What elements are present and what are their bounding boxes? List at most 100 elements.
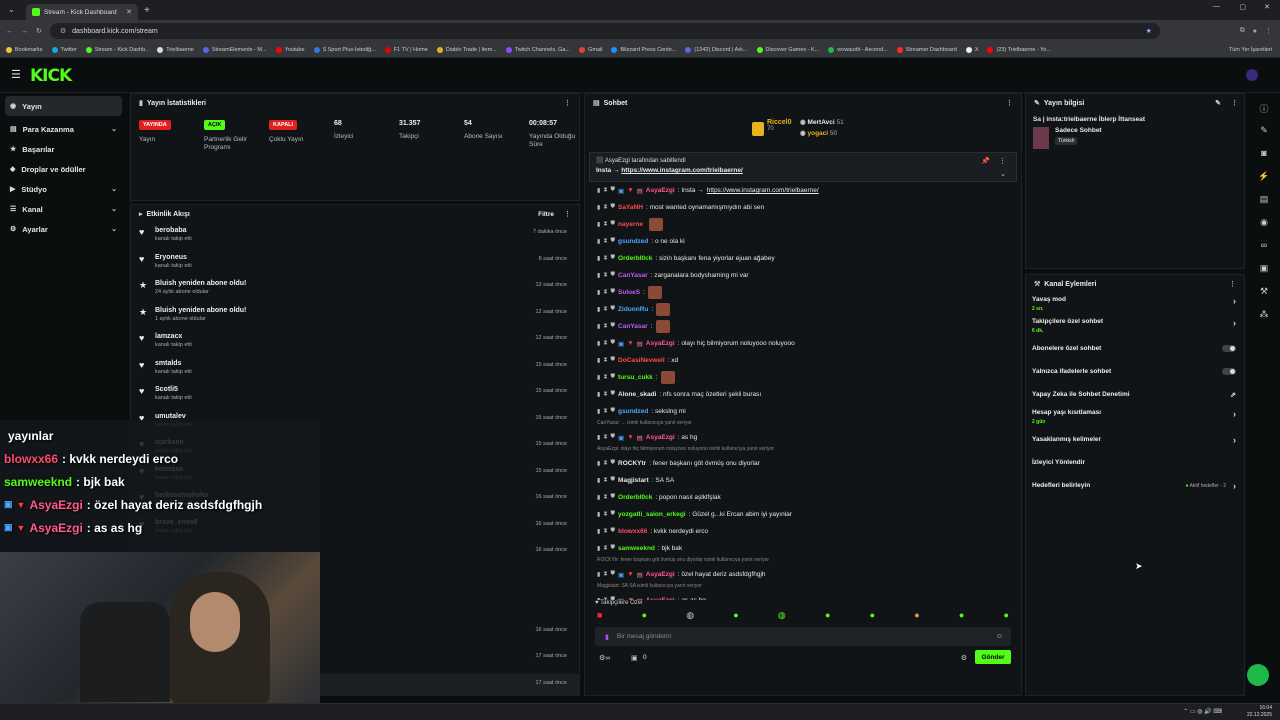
chat-username[interactable]: ZiduonRu xyxy=(618,306,648,313)
pencil-icon[interactable]: ✎ xyxy=(1215,99,1221,107)
tray-icons[interactable]: ⌃ ▭ ◍ 🔊 ⌨ xyxy=(1183,708,1222,715)
maximize-button[interactable]: ▢ xyxy=(1239,3,1246,11)
chat-message[interactable]: ▮ ⧗ ⛊ Magjistart: SA SA xyxy=(585,472,1021,489)
bookmark-star-icon[interactable]: ★ xyxy=(1146,27,1152,35)
pin-action-icon[interactable]: ▮ xyxy=(597,511,600,518)
chat-username[interactable]: AsyaEzgi xyxy=(646,434,675,441)
bookmark-item[interactable]: Discover Games - K... xyxy=(756,46,819,53)
sidebar-item-5[interactable]: ☰ Kanal ⌄ xyxy=(0,199,127,219)
chat-message[interactable]: ▮ ⧗ ⛊ ZiduonRu: xyxy=(585,301,1021,318)
emote-icon[interactable]: ● xyxy=(1003,610,1008,621)
bookmark-item[interactable]: Bookmarks xyxy=(6,46,43,53)
kebab-menu-icon[interactable]: ⋮ xyxy=(999,157,1006,165)
chat-message[interactable]: ▮ ⧗ ⛊ ▣ ▼ ▤ AsyaEzgi: olayı hiç bilmiyorum nol… xyxy=(585,335,1021,352)
pin-action-icon[interactable]: ▮ xyxy=(597,272,600,279)
pin-action-icon[interactable]: ▮ xyxy=(597,204,600,211)
chat-username[interactable]: DoCasiNevwell xyxy=(618,357,665,364)
pin-action-icon[interactable]: ▮ xyxy=(597,374,600,381)
chat-username[interactable]: ROCKYtr xyxy=(618,460,646,467)
channel-action[interactable]: Yalnızca ifadelerle sohbet xyxy=(1026,360,1244,383)
ban-icon[interactable]: ⛊ xyxy=(611,494,616,501)
chat-message[interactable]: ▮ ⧗ ⛊ OrderbI0ck: popon nasıl aşlklfşlak xyxy=(585,489,1021,506)
ban-icon[interactable]: ⛊ xyxy=(611,306,616,313)
bookmark-item[interactable]: Gmail xyxy=(579,46,602,53)
bookmark-item[interactable]: StreamElements - M... xyxy=(202,46,267,53)
sidebar-item-0[interactable]: ◉ Yayın xyxy=(5,96,122,116)
chat-message[interactable]: ▮ ⧗ ⛊ ▣ ▼ ▤ AsyaEzgi: as hg xyxy=(585,429,1021,446)
ban-icon[interactable]: ⛊ xyxy=(611,323,616,330)
channel-action[interactable]: Yavaş mod 2 sn. › xyxy=(1026,293,1244,315)
pin-action-icon[interactable]: ▮ xyxy=(597,357,600,364)
minimize-button[interactable]: — xyxy=(1213,3,1220,10)
wrench-icon[interactable]: ⚒ xyxy=(1257,286,1271,300)
bookmark-item[interactable]: Twitter xyxy=(51,46,77,53)
settings-links-icon[interactable]: ⚙∞ xyxy=(599,654,610,662)
back-icon[interactable]: ← xyxy=(6,28,13,35)
chat-username[interactable]: gsundzed xyxy=(618,238,648,245)
emote-icon[interactable]: ● xyxy=(825,610,830,621)
tab-search-icon[interactable]: ⌄ xyxy=(8,5,15,14)
pin-action-icon[interactable]: ▮ xyxy=(597,255,600,262)
link-icon[interactable]: ∞ xyxy=(1257,240,1271,254)
chat-message[interactable]: ▮ ⧗ ⛊ gsundzed: sekslng mi xyxy=(585,403,1021,420)
close-window-button[interactable]: ✕ xyxy=(1264,3,1270,11)
user-avatar[interactable] xyxy=(1246,69,1258,81)
pin-action-icon[interactable]: ▮ xyxy=(597,221,600,228)
bookmark-item[interactable]: (23) Trielbaerne - Yo... xyxy=(987,46,1051,53)
timeout-icon[interactable]: ⧗ xyxy=(603,511,607,518)
chat-username[interactable]: SaYaNH xyxy=(618,204,643,211)
mic-icon[interactable]: ▮ xyxy=(605,633,609,641)
toggle-switch[interactable] xyxy=(1222,345,1236,352)
pin-action-icon[interactable]: ▮ xyxy=(597,545,600,552)
menu-icon[interactable]: ⋮ xyxy=(1265,27,1272,35)
bookmark-item[interactable]: Streamer Dashboard xyxy=(896,46,957,53)
chat-message[interactable]: ▮ ⧗ ⛊ gsundzed: o ne ola ki xyxy=(585,233,1021,250)
chat-message[interactable]: ▮ ⧗ ⛊ nayerne xyxy=(585,216,1021,233)
chat-message[interactable]: ▮ ⧗ ⛊ tursu_cukk: xyxy=(585,369,1021,386)
ban-icon[interactable]: ⛊ xyxy=(611,434,616,441)
pin-action-icon[interactable]: ▮ xyxy=(597,289,600,296)
ban-icon[interactable]: ⛊ xyxy=(611,374,616,381)
chat-username[interactable]: CanYasar xyxy=(618,272,648,279)
ban-icon[interactable]: ⛊ xyxy=(611,289,616,296)
kebab-menu-icon[interactable]: ⋮ xyxy=(564,210,571,218)
chevron-down-icon[interactable]: ⌄ xyxy=(1000,170,1006,178)
ban-icon[interactable]: ⛊ xyxy=(611,460,616,467)
chat-bubble-icon[interactable]: ◉ xyxy=(1257,217,1271,231)
chat-username[interactable]: SuloeS xyxy=(618,289,640,296)
chat-message[interactable]: ▮ ⧗ ⛊ yozgatli_salon_erkegi: Güzel g...ki E… xyxy=(585,506,1021,523)
ban-icon[interactable]: ⛊ xyxy=(611,528,616,535)
timeout-icon[interactable]: ⧗ xyxy=(603,391,607,398)
timeout-icon[interactable]: ⧗ xyxy=(603,187,607,194)
timeout-icon[interactable]: ⧗ xyxy=(603,408,607,415)
hamburger-menu-icon[interactable]: ☰ xyxy=(11,68,21,81)
timeout-icon[interactable]: ⧗ xyxy=(603,272,607,279)
chat-link[interactable]: https://www.instagram.com/trielbaerne/ xyxy=(707,187,819,194)
chat-username[interactable]: samweeknd xyxy=(618,545,655,552)
new-tab-button[interactable]: + xyxy=(144,5,150,16)
chat-username[interactable]: Magjistart xyxy=(618,477,649,484)
kebab-menu-icon[interactable]: ⋮ xyxy=(1006,99,1013,107)
channel-action[interactable]: Hesap yaşı kısıtlaması 2 gün › xyxy=(1026,406,1244,428)
bookmark-item[interactable]: Trielbaerne xyxy=(157,46,194,53)
timeout-icon[interactable]: ⧗ xyxy=(603,460,607,467)
pin-action-icon[interactable]: ▮ xyxy=(597,391,600,398)
chat-username[interactable]: gsundzed xyxy=(618,408,648,415)
chat-username[interactable]: tursu_cukk xyxy=(618,374,653,381)
support-chat-icon[interactable] xyxy=(1247,664,1269,686)
channel-action[interactable]: İzleyici Yönlendir xyxy=(1026,451,1244,474)
pin-action-icon[interactable]: ▮ xyxy=(597,494,600,501)
channel-action[interactable]: Hedefleri belirleyin ● Aktif hedefler - 2… xyxy=(1026,474,1244,497)
chat-message[interactable]: ▮ ⧗ ⛊ OrderbI0ck: sizin başkanı fena yiyorl… xyxy=(585,250,1021,267)
all-bookmarks-button[interactable]: Tüm Yer İşaretleri xyxy=(1229,47,1272,53)
timeout-icon[interactable]: ⧗ xyxy=(603,571,607,578)
pin-action-icon[interactable]: ▮ xyxy=(597,187,600,194)
chat-message[interactable]: ▮ ⧗ ⛊ SaYaNH: most wanted oynamamışmıydın a… xyxy=(585,199,1021,216)
chat-username[interactable]: yozgatli_salon_erkegi xyxy=(618,511,686,518)
pinned-link[interactable]: https://www.instagram.com/trielbaerne/ xyxy=(621,167,742,174)
ban-icon[interactable]: ⛊ xyxy=(611,391,616,398)
chat-message[interactable]: ▮ ⧗ ⛊ ▣ ▼ ▤ AsyaEzgi: özel hayat deriz asdsfdg… xyxy=(585,566,1021,583)
timeout-icon[interactable]: ⧗ xyxy=(603,494,607,501)
site-info-icon[interactable]: ⚙ xyxy=(60,27,66,35)
ban-icon[interactable]: ⛊ xyxy=(611,571,616,578)
